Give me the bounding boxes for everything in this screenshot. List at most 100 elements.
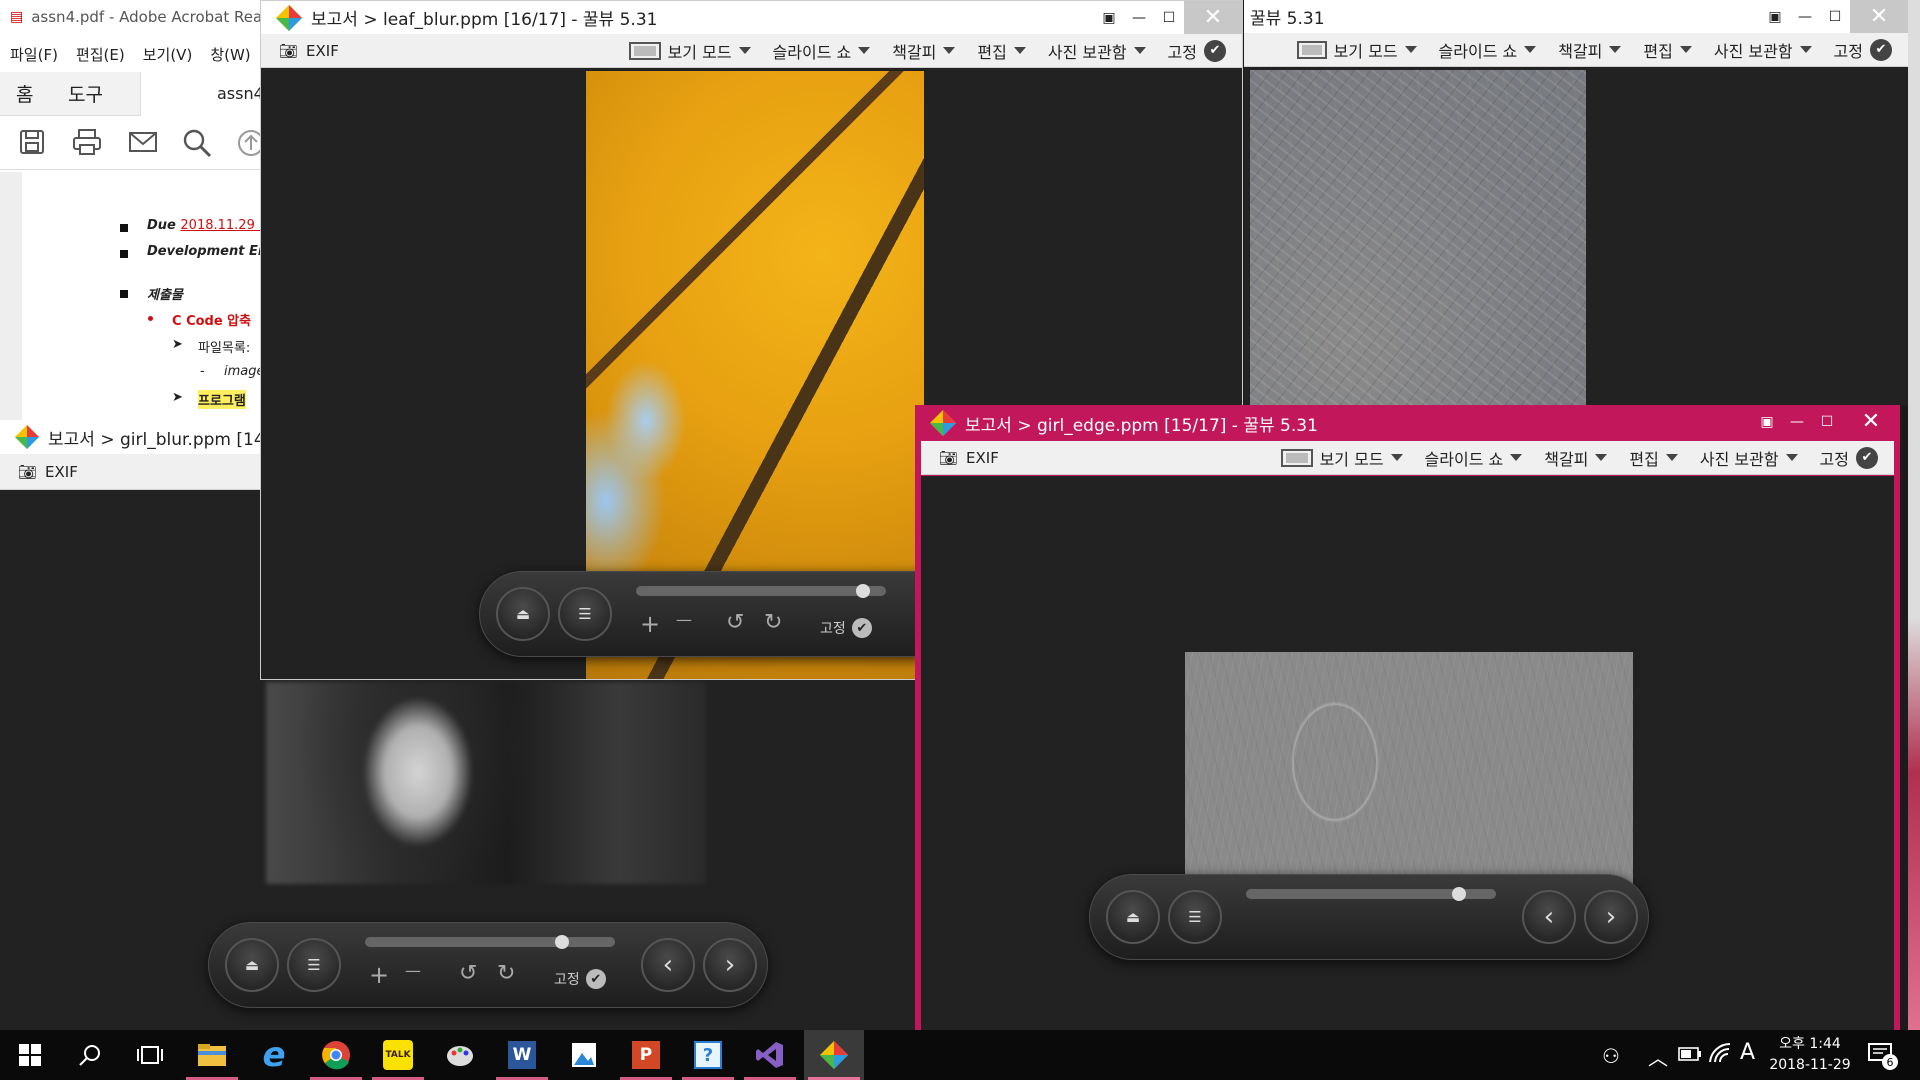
chevron-up-icon[interactable]: ︿ [1648, 1042, 1668, 1071]
taskbar-honeyview[interactable] [804, 1030, 864, 1080]
slideshow-menu[interactable]: 슬라이드 쇼 [1439, 38, 1537, 62]
eject-button[interactable]: ⏏ [496, 587, 550, 641]
taskbar-word[interactable]: W [492, 1030, 552, 1080]
zoom-slider[interactable] [1246, 887, 1496, 901]
wifi-icon[interactable] [1708, 1042, 1732, 1066]
menu-edit[interactable]: 편집(E) [76, 44, 125, 65]
search-button[interactable] [60, 1030, 120, 1080]
submission-text: 제출물 [147, 288, 183, 303]
taskbar-photos[interactable] [554, 1030, 614, 1080]
bookmark-menu[interactable]: 책갈피 [1544, 446, 1608, 470]
exif-button[interactable]: 📷︎ EXIF [279, 42, 339, 60]
exif-button[interactable]: 📷︎ EXIF [18, 463, 78, 481]
search-icon[interactable] [182, 128, 212, 158]
close-button[interactable]: ✕ [1842, 405, 1900, 438]
upload-icon[interactable] [236, 128, 262, 158]
pin-toggle[interactable]: 고정 ✔ [820, 618, 872, 638]
bookmark-menu[interactable]: 책갈피 [892, 39, 956, 63]
taskbar-kakaotalk[interactable]: TALK [368, 1030, 428, 1080]
window-title: 꿀뷰 5.31 [1250, 9, 1325, 29]
mail-icon[interactable] [128, 130, 158, 154]
taskbar-visual-studio[interactable] [740, 1030, 800, 1080]
battery-icon[interactable] [1678, 1047, 1702, 1061]
taskbar-paint[interactable] [430, 1030, 490, 1080]
menu-window[interactable]: 창(W) [210, 44, 250, 65]
task-view-button[interactable] [120, 1030, 180, 1080]
maximize-button[interactable]: ☐ [1820, 0, 1850, 33]
minimize-button[interactable]: — [1790, 0, 1820, 33]
photo-box-menu[interactable]: 사진 보관함 [1048, 39, 1146, 63]
menu-button[interactable]: ☰ [287, 938, 341, 992]
fullscreen-icon[interactable]: ▣ [1760, 0, 1790, 33]
menu-view[interactable]: 보기(V) [143, 44, 193, 65]
tab-document[interactable]: assn4 [217, 84, 262, 103]
fullscreen-icon[interactable]: ▣ [1094, 1, 1124, 34]
camera-icon: 📷︎ [18, 462, 38, 481]
zoom-slider[interactable] [636, 584, 886, 598]
bookmark-menu[interactable]: 책갈피 [1558, 38, 1622, 62]
tab-tools[interactable]: 도구 [68, 80, 103, 107]
ime-indicator[interactable]: A [1740, 1040, 1755, 1065]
exif-button[interactable]: 📷︎ EXIF [939, 449, 999, 467]
acrobat-toolbar [0, 118, 262, 170]
check-icon: ✔ [585, 969, 606, 989]
prev-button[interactable]: ‹ [641, 938, 695, 992]
next-button[interactable]: › [703, 938, 757, 992]
menu-button[interactable]: ☰ [1168, 890, 1222, 944]
close-button[interactable]: ✕ [1184, 1, 1242, 34]
next-button[interactable]: › [1584, 890, 1638, 944]
image-text: image [224, 364, 262, 379]
save-icon[interactable] [18, 128, 46, 156]
menu-button[interactable]: ☰ [558, 587, 612, 641]
pin-toggle[interactable]: 고정 ✔ [554, 969, 606, 989]
minimize-button[interactable]: — [1782, 405, 1812, 438]
view-mode-icon [1280, 448, 1313, 467]
edit-menu[interactable]: 편집 [977, 39, 1026, 63]
tab-home[interactable]: 홈 [16, 80, 33, 107]
maximize-button[interactable]: ☐ [1812, 405, 1842, 438]
prev-button[interactable]: ‹ [1522, 890, 1576, 944]
photo-box-menu[interactable]: 사진 보관함 [1714, 38, 1812, 62]
due-label: Due [147, 218, 176, 233]
slideshow-menu[interactable]: 슬라이드 쇼 [773, 39, 871, 63]
zoom-out-button[interactable]: — [676, 610, 692, 629]
zoom-in-button[interactable]: + [369, 961, 389, 989]
taskbar-internet-explorer[interactable]: e [244, 1030, 304, 1080]
file-list-text: 파일목록: [198, 341, 251, 356]
clock[interactable]: 오후 1:44 2018-11-29 [1768, 1034, 1852, 1076]
pin-toggle[interactable]: 고정 ✔ [1168, 39, 1226, 63]
taskbar-chrome[interactable] [306, 1030, 366, 1080]
view-mode-menu[interactable]: 보기 모드 [1280, 446, 1403, 470]
view-mode-menu[interactable]: 보기 모드 [1296, 38, 1417, 62]
rotate-right-icon[interactable]: ↻ [497, 961, 515, 986]
people-icon[interactable]: ⚇ [1602, 1044, 1620, 1068]
rotate-left-icon[interactable]: ↺ [726, 610, 744, 635]
fullscreen-icon[interactable]: ▣ [1752, 405, 1782, 438]
zoom-out-button[interactable]: — [405, 961, 421, 980]
pin-toggle[interactable]: 고정 ✔ [1834, 38, 1892, 62]
rotate-right-icon[interactable]: ↻ [764, 610, 782, 635]
viewer-window-girl-edge: 보고서 > girl_edge.ppm [15/17] - 꿀뷰 5.31 ▣ … [915, 405, 1900, 1030]
menu-file[interactable]: 파일(F) [10, 44, 58, 65]
check-icon: ✔ [1856, 446, 1878, 469]
eject-button[interactable]: ⏏ [1106, 890, 1160, 944]
taskbar-file-explorer[interactable] [182, 1030, 242, 1080]
maximize-button[interactable]: ☐ [1154, 1, 1184, 34]
zoom-in-button[interactable]: + [640, 610, 660, 638]
edit-menu[interactable]: 편집 [1643, 38, 1692, 62]
start-button[interactable] [0, 1030, 60, 1080]
rotate-left-icon[interactable]: ↺ [459, 961, 477, 986]
photo-box-menu[interactable]: 사진 보관함 [1700, 446, 1798, 470]
print-icon[interactable] [72, 128, 102, 156]
eject-button[interactable]: ⏏ [225, 938, 279, 992]
view-mode-menu[interactable]: 보기 모드 [628, 39, 751, 63]
pin-toggle[interactable]: 고정 ✔ [1820, 446, 1878, 470]
edit-menu[interactable]: 편집 [1629, 446, 1678, 470]
minimize-button[interactable]: — [1124, 1, 1154, 34]
taskbar-powerpoint[interactable]: P [616, 1030, 676, 1080]
action-center-button[interactable]: 6 [1868, 1042, 1898, 1070]
zoom-slider[interactable] [365, 935, 615, 949]
taskbar-help[interactable]: ? [678, 1030, 738, 1080]
slideshow-menu[interactable]: 슬라이드 쇼 [1425, 446, 1523, 470]
close-button[interactable]: ✕ [1850, 0, 1908, 33]
